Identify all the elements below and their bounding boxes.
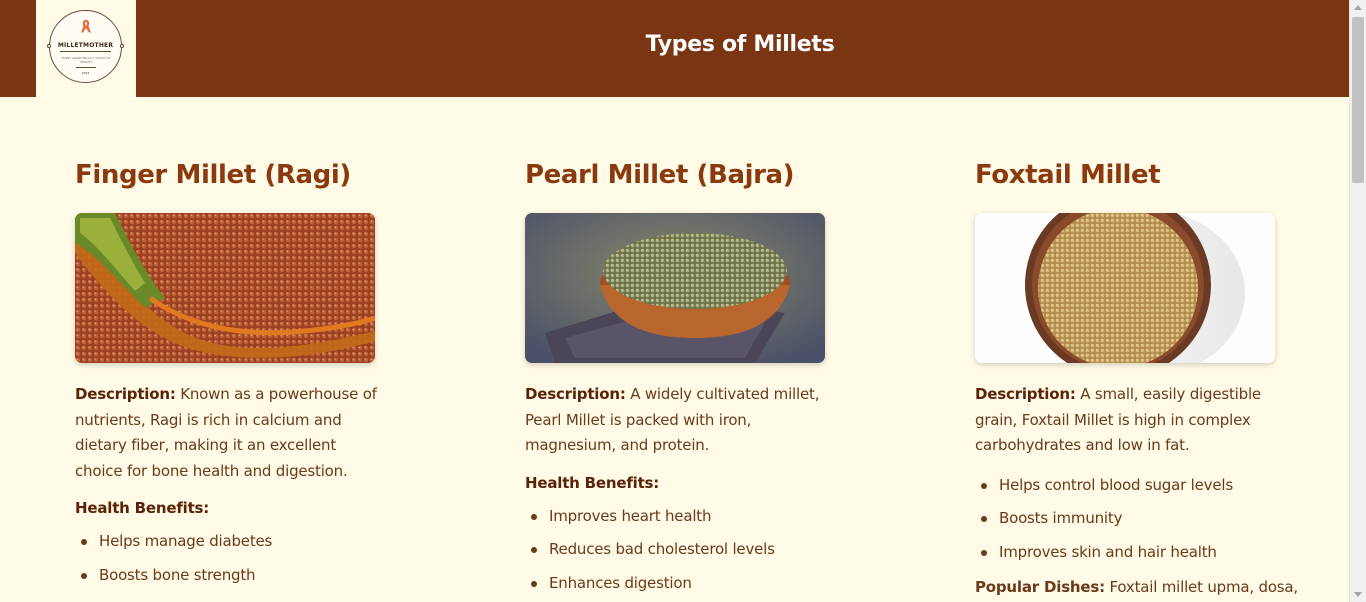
popular-dishes: Popular Dishes: Foxtail millet upma, dos… — [975, 577, 1298, 596]
card-description: Description: A small, easily digestible … — [975, 382, 1280, 459]
millet-card-pearl: Pearl Millet (Bajra) Description: A wide… — [525, 155, 835, 601]
scroll-down-icon[interactable] — [1354, 592, 1362, 597]
list-item: Helps control blood sugar levels — [975, 469, 1285, 503]
logo-est: 2023 — [81, 71, 90, 75]
list-item: Boosts immunity — [975, 502, 1285, 536]
benefits-list: Helps control blood sugar levels Boosts … — [975, 469, 1285, 570]
list-item: Enhances digestion — [525, 567, 835, 601]
scrollbar-thumb[interactable] — [1352, 17, 1364, 183]
site-header: Types of Millets — [0, 0, 1349, 97]
millet-card-finger: Finger Millet (Ragi) Description: Known … — [75, 155, 385, 593]
card-description: Description: A widely cultivated millet,… — [525, 382, 830, 459]
card-description: Description: Known as a powerhouse of nu… — [75, 382, 380, 484]
benefits-label: Health Benefits: — [75, 499, 385, 517]
list-item: Boosts bone strength — [75, 559, 385, 593]
list-item: Improves heart health — [525, 500, 835, 534]
benefits-list: Improves heart health Reduces bad choles… — [525, 500, 835, 601]
list-item: Reduces bad cholesterol levels — [525, 533, 835, 567]
card-title: Pearl Millet (Bajra) — [525, 160, 795, 190]
millet-mother-logo[interactable]: MILLETMOTHER EVERY GRAIN TELLS A STORY O… — [47, 10, 124, 83]
scroll-up-icon[interactable] — [1354, 5, 1362, 10]
foxtail-millet-photo — [975, 213, 1275, 363]
vertical-scrollbar[interactable] — [1349, 0, 1366, 602]
benefits-label: Health Benefits: — [525, 474, 835, 492]
benefits-label-text: Health Benefits: — [525, 473, 660, 492]
list-item: Improves skin and hair health — [975, 536, 1285, 570]
dishes-label: Popular Dishes: — [975, 577, 1105, 596]
ribbon-icon — [81, 20, 91, 33]
logo-divider-short — [76, 67, 96, 68]
description-label: Description: — [525, 385, 626, 403]
millet-card-foxtail: Foxtail Millet Description: A small, eas… — [975, 155, 1298, 596]
logo-divider — [60, 51, 111, 52]
logo-tagline: EVERY GRAIN TELLS A STORY OF HEALTH — [61, 56, 111, 64]
list-item: Helps manage diabetes — [75, 525, 385, 559]
dishes-text: Foxtail millet upma, dosa, — [1109, 577, 1298, 596]
finger-millet-photo — [75, 213, 375, 363]
page-title: Types of Millets — [645, 32, 835, 57]
description-label: Description: — [975, 385, 1076, 403]
description-label: Description: — [75, 385, 176, 403]
card-title: Finger Millet (Ragi) — [75, 160, 351, 190]
benefits-label-text: Health Benefits: — [75, 499, 210, 517]
card-title: Foxtail Millet — [975, 160, 1161, 190]
pearl-millet-photo — [525, 213, 825, 363]
benefits-list: Helps manage diabetes Boosts bone streng… — [75, 525, 385, 593]
logo-brand: MILLETMOTHER — [57, 42, 114, 49]
